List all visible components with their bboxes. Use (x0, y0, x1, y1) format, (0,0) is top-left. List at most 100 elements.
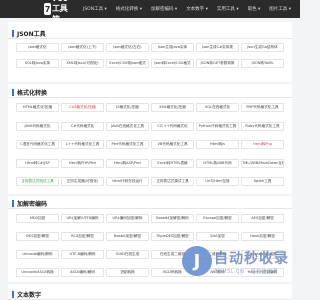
tool-link[interactable]: 正则表达式调试工具 (151, 177, 194, 186)
tool-link[interactable]: TripleDES加密/解密 (151, 232, 194, 241)
section-title: 格式化转换 (12, 88, 47, 97)
tool-link[interactable]: Ruby代码格式化工具 (241, 121, 284, 131)
title-accent-bar (12, 30, 14, 37)
nav-item[interactable]: 文本数字 ▾ (186, 6, 208, 12)
tool-link[interactable]: Json格式化(左右) (106, 43, 149, 52)
tool-row: C语言代码格式化工具 C++代码格式化工具 Perl代码格式化工具 VB代码格式化工具… (16, 140, 284, 149)
tool-link[interactable]: ASCII编码/解码 (61, 268, 104, 277)
tool-link[interactable]: Escape加密/解密 (196, 214, 239, 223)
tool-link[interactable]: XML转Json(可视化) (61, 59, 104, 68)
tool-row: DES加密/解密 RC4加密/解密 Rabbit加密/解密 TripleDES加密/解… (16, 232, 284, 241)
section-divider (8, 38, 292, 39)
nav-menu: JSON工具 ▾ 格式化转换 ▾ 加解密编码 ▾ 文本数字 ▾ 实用工具 ▾ 取色 ▾ 图片… (83, 6, 300, 12)
title-accent-bar (12, 291, 14, 298)
tool-link[interactable]: URL编码加密/解码 (106, 214, 149, 223)
tool-link[interactable]: GUID在线生成 (106, 250, 149, 259)
watermark-logo-icon: J (182, 246, 212, 276)
tool-link[interactable]: Html转C#/JSP (16, 158, 59, 168)
tool-link[interactable]: HTML格式化/压缩 (16, 103, 59, 112)
tool-link[interactable]: Html转Php (241, 140, 284, 149)
tool-link[interactable]: Html代码在线运行 (106, 177, 149, 186)
tool-link[interactable]: MD5加密 (16, 214, 59, 223)
tool-link[interactable]: 进制转换 (106, 268, 149, 277)
tool-link[interactable]: Json格式化(上下) (61, 43, 104, 52)
section-title: 文本数字 (12, 290, 41, 299)
section-title-text: 加解密编码 (17, 201, 48, 208)
tool-link[interactable]: Base64加解密/解码 (151, 214, 194, 223)
tool-row: 正则表达式测试工具 正则生成器(可视化) Html代码在线运行 正则表达式调试工具 Ur… (16, 177, 284, 186)
tool-row: HTML格式化/压缩 CSS格式化/压缩 JS格式化/压缩 XML格式化/压缩 SQL在… (16, 103, 284, 112)
tool-link[interactable]: Json转Excel/CSV格式 (151, 59, 194, 68)
tool-link[interactable]: Json生成C#实体类 (196, 43, 239, 52)
tool-link[interactable]: Json格式化 (16, 43, 59, 52)
section-divider (8, 97, 292, 98)
watermark-text: 自动秒收录 (214, 250, 289, 267)
tool-link[interactable]: SQL转Java实体 (16, 59, 59, 68)
watermark-subtext: ZDMSL.CN · 自动秒收录 (214, 268, 279, 275)
tool-link[interactable]: HTML/UBB/MarkDown互转 (241, 158, 284, 168)
tool-link[interactable]: AES加密/解密 (241, 214, 284, 223)
section-divider (8, 208, 292, 209)
tool-link[interactable]: SHA加密 (196, 232, 239, 241)
tool-link[interactable]: C/C++代码格式化 (151, 121, 194, 131)
tool-link[interactable]: CSS格式化/压缩 (61, 103, 104, 112)
section-card (8, 284, 292, 300)
tool-row: Json格式化 Json格式化(上下) Json格式化(左右) Json生成Java实… (16, 43, 284, 52)
nav-item[interactable]: 图片工具 ▾ (269, 6, 291, 12)
tool-link[interactable]: Json生成Java实体 (151, 43, 194, 52)
tool-link[interactable]: Excel转HTML表格 (151, 158, 194, 168)
tool-link[interactable]: C#代码格式化 (61, 121, 104, 131)
section-title: JSON工具 (12, 29, 46, 38)
site-logo[interactable]: 7 700工具箱 (44, 0, 75, 24)
tool-link[interactable]: Html转Js (196, 140, 239, 149)
tool-link[interactable]: RC4加密/解密 (61, 232, 104, 241)
tool-link[interactable]: Html转ASP/Perl (106, 158, 149, 168)
watermark: J 自动秒收录 ZDMSL.CN · 自动秒收录 (182, 244, 300, 278)
section-title-text: 格式化转换 (17, 90, 48, 97)
tool-row: JAVA代码格式化 C#代码格式化 JAVA在线格式化工具 C/C++代码格式化 Pyt… (16, 121, 284, 131)
tool-link[interactable]: Url与Html互转 (196, 177, 239, 186)
tool-link[interactable]: XML格式化/压缩 (151, 103, 194, 112)
tool-link[interactable]: Unicode/ASCII转换 (16, 268, 59, 277)
tool-link[interactable]: JS格式化/压缩 (106, 103, 149, 112)
tool-link[interactable]: JSON转YAML (241, 59, 284, 68)
tool-link[interactable]: JAVA在线格式化工具 (106, 121, 149, 131)
tool-link[interactable]: Json生成Go结构体 (241, 43, 284, 52)
tool-link[interactable]: PHP代码格式化工具 (241, 103, 284, 112)
nav-item[interactable]: 取色 ▾ (248, 6, 261, 12)
tool-link[interactable]: JSON转GET参数转换 (196, 59, 239, 68)
tool-link[interactable]: Rabbit加密/解密 (106, 232, 149, 241)
tool-link[interactable]: Html转PHP/Perl (61, 158, 104, 168)
tool-link[interactable]: 正则表达式测试工具 (16, 177, 59, 186)
tool-link[interactable]: VB代码格式化工具 (151, 140, 194, 149)
tool-link[interactable]: Excel/CSV转Json格式 (106, 59, 149, 68)
tool-row: MD5加密 URL加解/UTF8编码 URL编码加密/解码 Base64加解密/解码 E… (16, 214, 284, 223)
tool-link[interactable]: Xpath工具 (241, 177, 284, 186)
tool-link[interactable]: DES加密/解密 (16, 232, 59, 241)
tool-link[interactable]: URL加解/UTF8编码 (61, 214, 104, 223)
tool-link[interactable]: UTF-8编码/解码 (61, 250, 104, 259)
top-navbar: 7 700工具箱 JSON工具 ▾ 格式化转换 ▾ 加解密编码 ▾ 文本数字 ▾ 实用工… (0, 0, 300, 24)
nav-item[interactable]: 实用工具 ▾ (217, 6, 239, 12)
tool-row: Html转C#/JSP Html转PHP/Perl Html转ASP/Perl Exc… (16, 158, 284, 168)
section-card (8, 22, 292, 82)
section-title: 加解密编码 (12, 199, 47, 208)
nav-item[interactable]: 加解密编码 ▾ (151, 6, 177, 12)
tool-link[interactable]: C语言代码格式化工具 (16, 140, 59, 149)
tool-link[interactable]: 正则生成器(可视化) (61, 177, 104, 186)
tool-link[interactable]: JAVA代码格式化 (16, 121, 59, 131)
tool-link[interactable]: Python代码格式化工具 (196, 121, 239, 131)
tool-link[interactable]: Hash加密/解密 (241, 232, 284, 241)
tool-link[interactable]: Perl代码格式化工具 (106, 140, 149, 149)
tool-link[interactable]: HTML转UBB代码 (196, 158, 239, 168)
logo-mark-icon: 7 (44, 3, 52, 15)
tool-link[interactable]: C++代码格式化工具 (61, 140, 104, 149)
logo-text: 700工具箱 (52, 0, 68, 24)
section-title-text: 文本数字 (17, 292, 42, 299)
tool-row: SQL转Java实体 XML转Json(可视化) Excel/CSV转Json格式 J… (16, 59, 284, 68)
title-accent-bar (12, 89, 14, 96)
nav-item[interactable]: JSON工具 ▾ (83, 6, 107, 12)
nav-item[interactable]: 格式化转换 ▾ (116, 6, 142, 12)
tool-link[interactable]: Unicode编码/解码 (16, 250, 59, 259)
tool-link[interactable]: SQL在线格式化 (196, 103, 239, 112)
